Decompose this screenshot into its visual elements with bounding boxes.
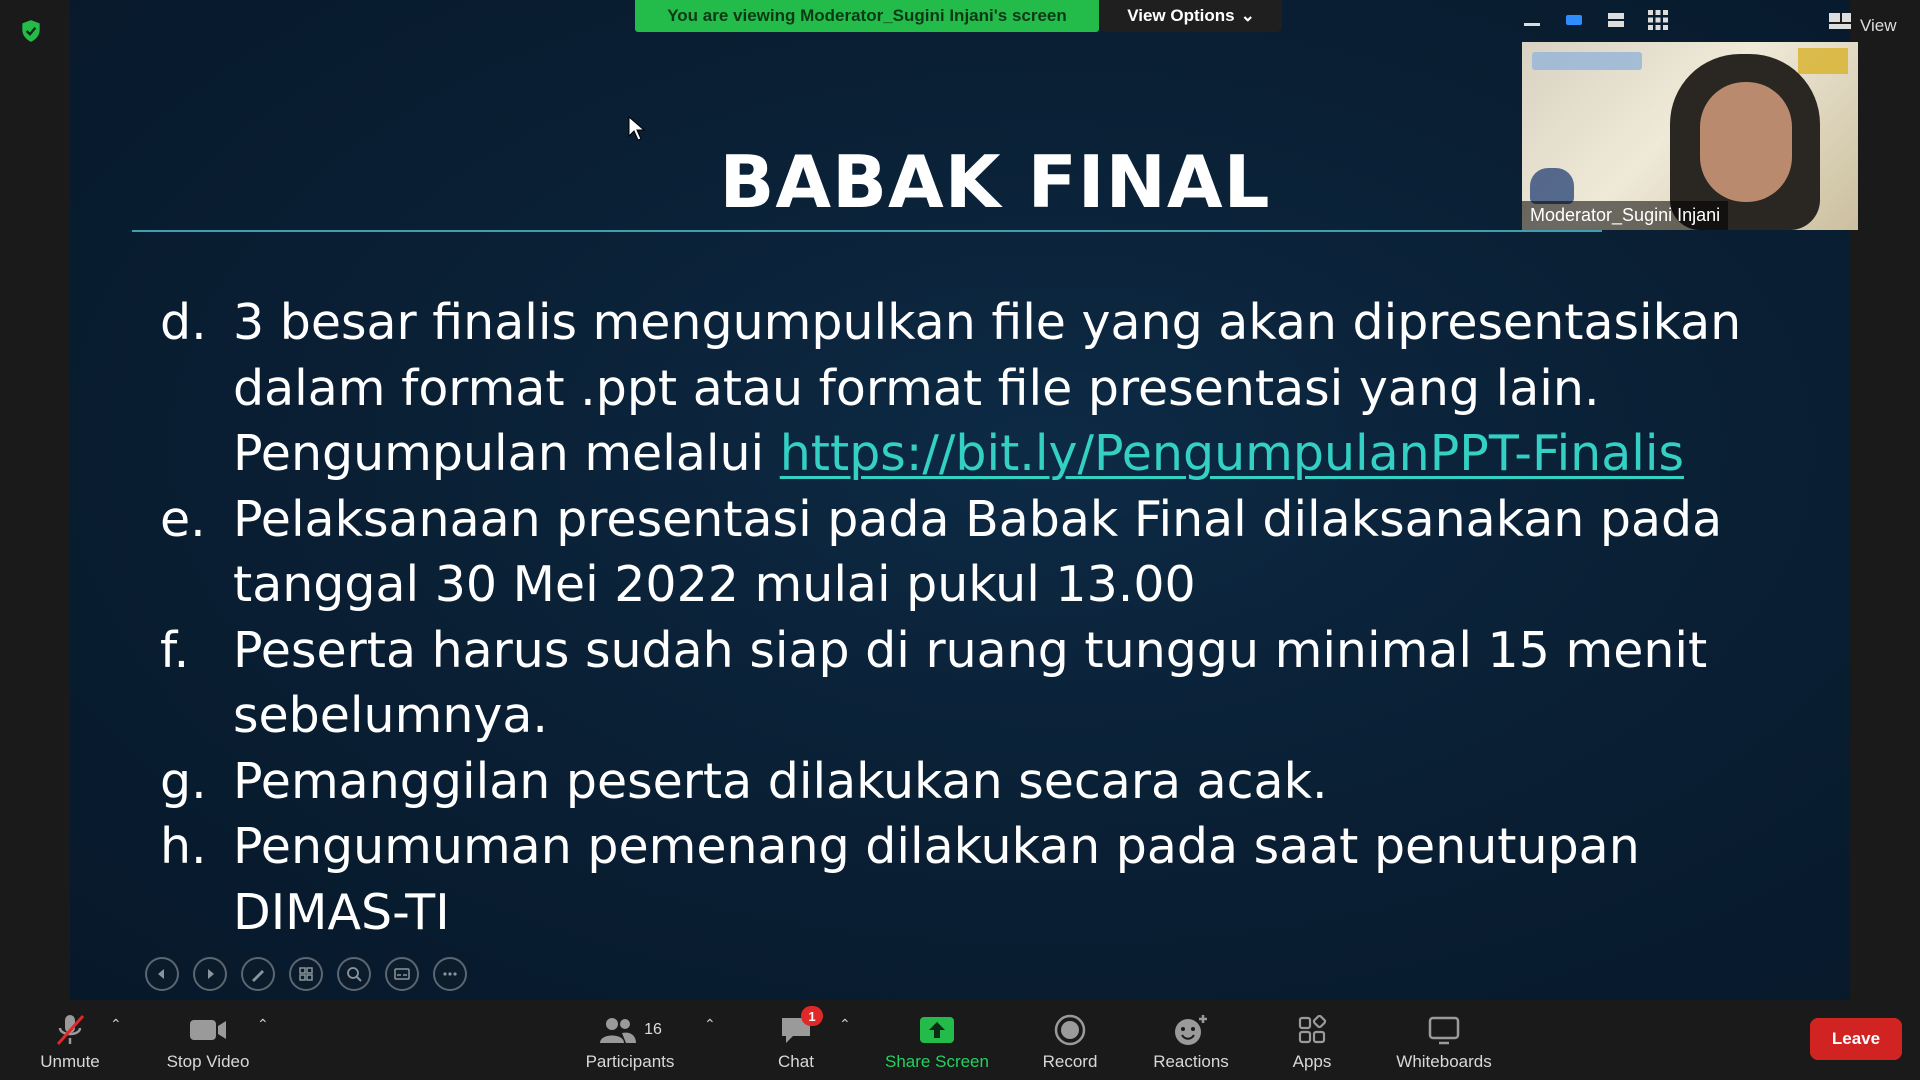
item-letter: f. [160,621,190,679]
arrow-right-icon [208,969,214,979]
slides-grid-button[interactable] [289,957,323,991]
slide-list: d. 3 besar finalis mengumpulkan file yan… [160,290,1810,945]
apps-label: Apps [1292,1052,1332,1071]
item-text: Pemanggilan peserta dilakukan secara aca… [233,752,1328,810]
view-options-button[interactable]: View Options ⌄ [1100,0,1282,32]
reactions-label: Reactions [1153,1052,1229,1071]
participants-button[interactable]: 16 Participants [580,1000,680,1080]
participant-video-tile[interactable]: Moderator_Sugini Injani [1522,42,1858,230]
next-slide-button[interactable] [193,957,227,991]
record-label: Record [1042,1052,1098,1071]
view-label[interactable]: View [1860,16,1897,36]
layout-icon[interactable] [1828,12,1852,30]
list-item: f. Peserta harus sudah siap di ruang tun… [160,618,1810,749]
participants-icon: 16 [598,1010,662,1050]
subtitles-button[interactable] [385,957,419,991]
whiteboards-button[interactable]: Whiteboards [1386,1000,1502,1080]
video-background-banner [1532,52,1642,70]
chevron-down-icon: ⌄ [1240,6,1255,25]
muted-mic-icon [53,1010,87,1050]
previous-slide-button[interactable] [145,957,179,991]
list-item: d. 3 besar finalis mengumpulkan file yan… [160,290,1810,487]
mascot-image [1530,168,1574,204]
list-item: g. Pemanggilan peserta dilakukan secara … [160,749,1810,815]
audio-options-caret-icon[interactable]: ⌃ [110,1016,122,1033]
smiley-icon [1173,1010,1209,1050]
single-video-icon[interactable] [1562,8,1586,32]
minimize-icon[interactable] [1520,8,1544,32]
chat-options-caret-icon[interactable]: ⌃ [839,1016,851,1033]
subtitles-icon [394,968,410,980]
ellipsis-icon [443,972,457,976]
zoom-button[interactable] [337,957,371,991]
participant-name-label: Moderator_Sugini Injani [1522,201,1729,230]
record-icon [1054,1010,1086,1050]
mouse-cursor-icon [628,116,646,141]
item-letter: d. [160,294,207,351]
meeting-toolbar: Unmute ⌃ Stop Video ⌃ 16 Participants ⌃ [0,1000,1920,1080]
participants-options-caret-icon[interactable]: ⌃ [704,1016,716,1033]
shield-icon[interactable] [18,18,44,44]
share-screen-button[interactable]: Share Screen [876,1000,998,1080]
whiteboard-icon [1427,1010,1461,1050]
whiteboards-label: Whiteboards [1396,1052,1492,1071]
viewing-share-banner: You are viewing Moderator_Sugini Injani'… [635,0,1099,32]
record-button[interactable]: Record [1032,1000,1108,1080]
stop-video-button[interactable]: Stop Video [160,1000,256,1080]
submission-link[interactable]: https://bit.ly/PengumpulanPPT-Finalis [780,425,1684,482]
list-item: e. Pelaksanaan presentasi pada Babak Fin… [160,487,1810,618]
pen-button[interactable] [241,957,275,991]
item-text: Pelaksanaan presentasi pada Babak Final … [233,490,1723,614]
apps-button[interactable]: Apps [1284,1000,1340,1080]
video-view-controls [1520,8,1670,32]
chat-button[interactable]: 1 Chat [766,1000,826,1080]
list-item: h. Pengumuman pemenang dilakukan pada sa… [160,814,1810,945]
slide-controls [145,957,467,991]
leave-button[interactable]: Leave [1810,1018,1902,1060]
item-text: Pengumuman pemenang dilakukan pada saat … [233,818,1640,941]
share-screen-icon [918,1010,956,1050]
right-panel [1850,0,1920,1000]
magnifier-icon [347,967,362,982]
apps-icon [1297,1010,1327,1050]
view-options-label: View Options [1127,6,1235,25]
grid-icon [299,967,313,981]
more-options-button[interactable] [433,957,467,991]
share-screen-label: Share Screen [885,1052,989,1071]
chat-unread-badge: 1 [801,1006,823,1026]
stop-video-label: Stop Video [166,1052,250,1071]
item-letter: h. [160,818,207,875]
item-text: Peserta harus sudah siap di ruang tunggu… [233,621,1708,745]
item-letter: g. [160,752,207,810]
video-background-logo [1798,48,1848,74]
chat-label: Chat [778,1052,814,1071]
video-camera-icon [188,1010,228,1050]
unmute-label: Unmute [40,1052,100,1071]
chat-bubble-icon: 1 [779,1006,823,1050]
pen-icon [252,970,264,982]
participants-label: Participants [585,1052,675,1071]
unmute-button[interactable]: Unmute [28,1000,112,1080]
participants-count: 16 [644,1021,662,1038]
title-divider [132,230,1602,232]
gallery-grid-icon[interactable] [1646,8,1670,32]
arrow-left-icon [158,969,164,979]
strip-view-icon[interactable] [1604,8,1628,32]
item-letter: e. [160,490,206,548]
video-options-caret-icon[interactable]: ⌃ [257,1016,269,1033]
left-strip [0,0,70,1000]
participant-face [1700,82,1792,202]
reactions-button[interactable]: Reactions [1148,1000,1234,1080]
